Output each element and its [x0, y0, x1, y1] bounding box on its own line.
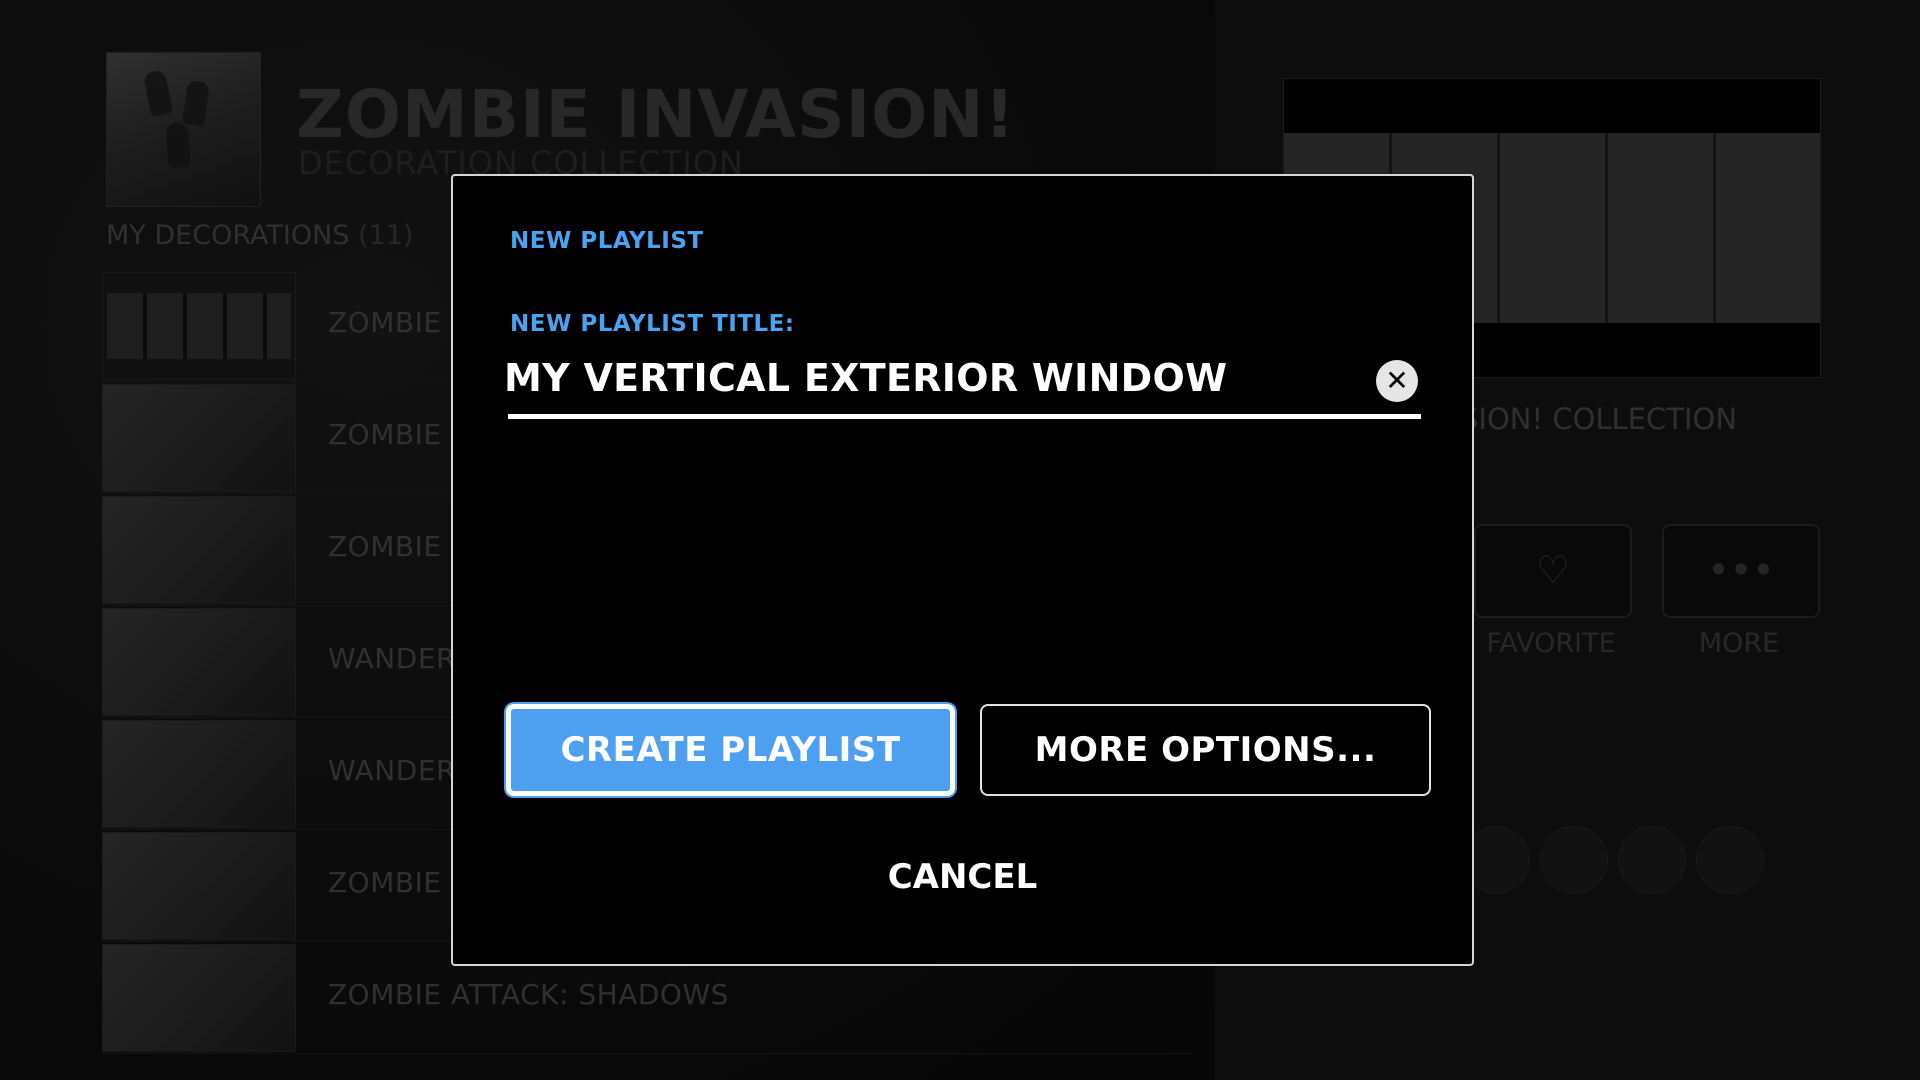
more-options-button[interactable]: MORE OPTIONS...	[980, 704, 1431, 796]
playlist-title-input[interactable]	[504, 346, 1364, 410]
new-playlist-dialog: NEW PLAYLIST NEW PLAYLIST TITLE: ✕ CREAT…	[451, 174, 1474, 966]
create-playlist-button[interactable]: CREATE PLAYLIST	[506, 704, 955, 796]
dialog-heading: NEW PLAYLIST	[510, 228, 704, 254]
title-field-label: NEW PLAYLIST TITLE:	[510, 311, 795, 337]
clear-x-icon[interactable]: ✕	[1376, 360, 1418, 402]
input-underline	[508, 414, 1421, 419]
cancel-button[interactable]: CANCEL	[453, 856, 1472, 898]
